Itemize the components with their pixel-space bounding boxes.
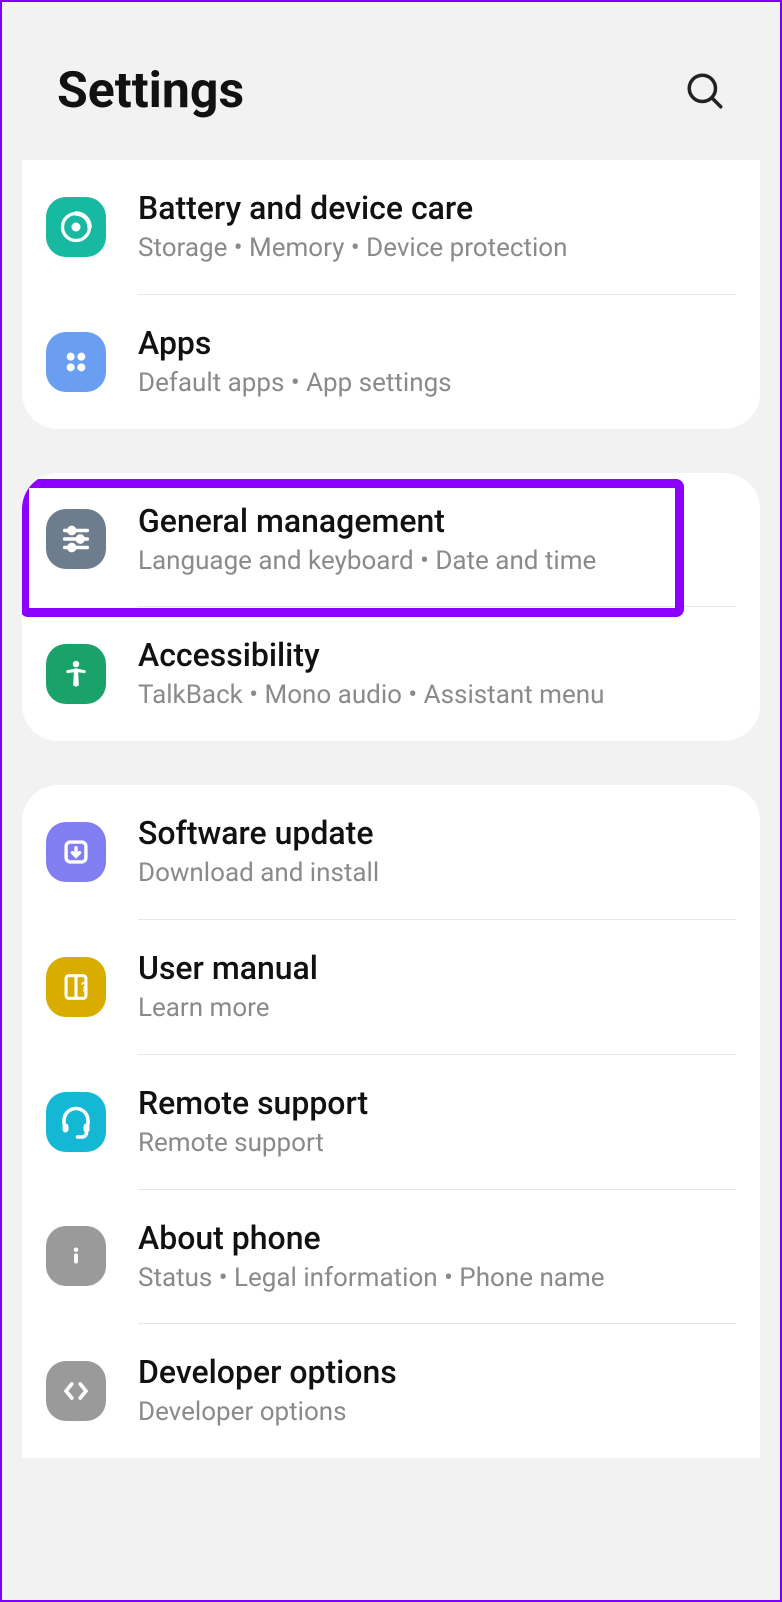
- item-title: Software update: [138, 813, 736, 853]
- item-text: General management Language and keyboard…: [138, 501, 736, 579]
- item-text: About phone Status • Legal information •…: [138, 1218, 736, 1296]
- settings-item-general-management[interactable]: General management Language and keyboard…: [22, 473, 760, 607]
- item-text: Remote support Remote support: [138, 1083, 736, 1161]
- settings-item-about-phone[interactable]: About phone Status • Legal information •…: [22, 1190, 760, 1324]
- settings-item-accessibility[interactable]: Accessibility TalkBack • Mono audio • As…: [22, 607, 760, 741]
- item-subtitle: Download and install: [138, 857, 736, 891]
- svg-text:?: ?: [81, 980, 87, 995]
- settings-group: Battery and device care Storage • Memory…: [22, 160, 760, 429]
- manual-icon: ?: [46, 957, 106, 1017]
- settings-item-developer-options[interactable]: Developer options Developer options: [22, 1324, 760, 1458]
- update-icon: [46, 822, 106, 882]
- settings-group: Software update Download and install ? U…: [22, 785, 760, 1458]
- item-text: User manual Learn more: [138, 948, 736, 1026]
- settings-item-battery-device-care[interactable]: Battery and device care Storage • Memory…: [22, 160, 760, 294]
- item-subtitle: Status • Legal information • Phone name: [138, 1262, 736, 1296]
- sliders-icon: [46, 509, 106, 569]
- item-title: About phone: [138, 1218, 736, 1258]
- settings-item-apps[interactable]: Apps Default apps • App settings: [22, 295, 760, 429]
- item-title: Developer options: [138, 1352, 736, 1392]
- item-subtitle: TalkBack • Mono audio • Assistant menu: [138, 679, 736, 713]
- item-title: Remote support: [138, 1083, 736, 1123]
- care-icon: [46, 197, 106, 257]
- accessibility-icon: [46, 644, 106, 704]
- item-title: User manual: [138, 948, 736, 988]
- item-text: Apps Default apps • App settings: [138, 323, 736, 401]
- item-text: Battery and device care Storage • Memory…: [138, 188, 736, 266]
- item-subtitle: Storage • Memory • Device protection: [138, 232, 736, 266]
- item-text: Developer options Developer options: [138, 1352, 736, 1430]
- item-subtitle: Default apps • App settings: [138, 367, 736, 401]
- item-subtitle: Developer options: [138, 1396, 736, 1430]
- item-title: Battery and device care: [138, 188, 736, 228]
- settings-item-remote-support[interactable]: Remote support Remote support: [22, 1055, 760, 1189]
- item-title: General management: [138, 501, 736, 541]
- settings-item-user-manual[interactable]: ? User manual Learn more: [22, 920, 760, 1054]
- item-text: Software update Download and install: [138, 813, 736, 891]
- search-icon: [684, 70, 726, 112]
- headset-icon: [46, 1092, 106, 1152]
- header: Settings: [2, 2, 780, 160]
- search-button[interactable]: [680, 66, 730, 116]
- code-icon: [46, 1361, 106, 1421]
- item-subtitle: Language and keyboard • Date and time: [138, 545, 736, 579]
- item-subtitle: Learn more: [138, 992, 736, 1026]
- settings-group: General management Language and keyboard…: [22, 473, 760, 742]
- page-title: Settings: [57, 62, 244, 120]
- item-text: Accessibility TalkBack • Mono audio • As…: [138, 635, 736, 713]
- item-title: Accessibility: [138, 635, 736, 675]
- item-subtitle: Remote support: [138, 1127, 736, 1161]
- item-title: Apps: [138, 323, 736, 363]
- apps-icon: [46, 332, 106, 392]
- info-icon: [46, 1226, 106, 1286]
- settings-item-software-update[interactable]: Software update Download and install: [22, 785, 760, 919]
